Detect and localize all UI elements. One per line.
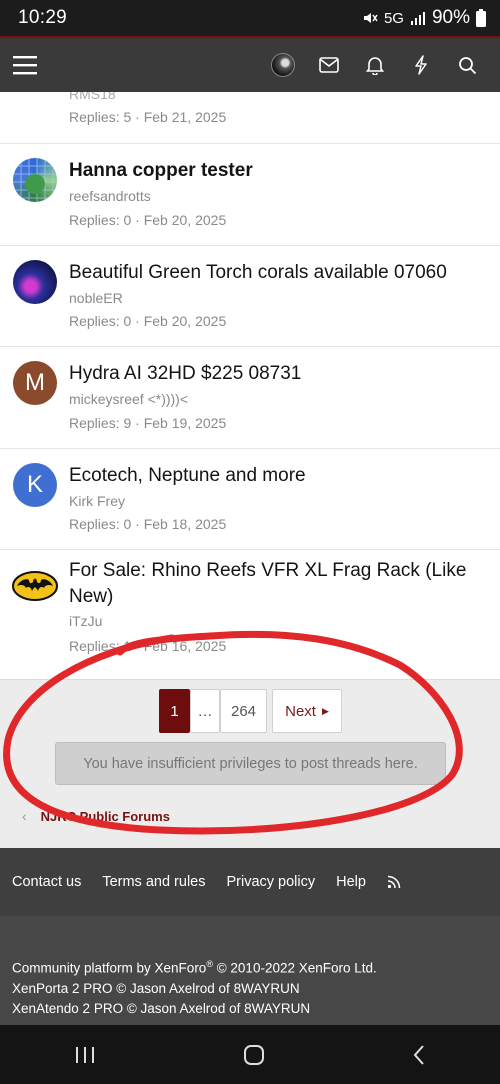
footer-links: Contact us Terms and rules Privacy polic… bbox=[0, 848, 500, 916]
recent-apps-icon[interactable] bbox=[74, 1046, 96, 1064]
thread-row[interactable]: K Ecotech, Neptune and more Kirk Frey Re… bbox=[0, 449, 500, 550]
bell-icon bbox=[366, 57, 384, 75]
copyright-line-2: XenPorta 2 PRO © Jason Axelrod of 8WAYRU… bbox=[12, 980, 300, 996]
system-nav-bar bbox=[0, 1025, 500, 1084]
thread-author[interactable]: nobleER bbox=[69, 290, 123, 306]
thread-row[interactable]: For Sale: Rhino Reefs VFR XL Frag Rack (… bbox=[0, 550, 500, 679]
footer-copyright: Community platform by XenForo® © 2010-20… bbox=[0, 916, 500, 1025]
thread-meta: Replies: 5 · Feb 21, 2025 bbox=[69, 109, 227, 125]
thread-meta: Replies: 1 · Feb 16, 2025 bbox=[69, 638, 227, 654]
status-bar: 10:29 5G 90% bbox=[0, 0, 500, 36]
forum-header bbox=[0, 36, 500, 92]
breadcrumb[interactable]: ‹ NJRC Public Forums bbox=[22, 808, 170, 824]
search-button[interactable] bbox=[444, 38, 490, 92]
thread-meta: Replies: 9 · Feb 19, 2025 bbox=[69, 415, 227, 431]
thread-title[interactable]: For Sale: Rhino Reefs VFR XL Frag Rack (… bbox=[69, 558, 484, 610]
thread-title[interactable]: Hanna copper tester bbox=[69, 158, 484, 184]
thread-meta: Replies: 0 · Feb 20, 2025 bbox=[69, 212, 227, 228]
user-avatar[interactable] bbox=[13, 260, 57, 304]
back-icon[interactable] bbox=[412, 1044, 426, 1066]
thread-meta: Replies: 0 · Feb 18, 2025 bbox=[69, 516, 227, 532]
network-type: 5G bbox=[383, 9, 404, 27]
user-avatar[interactable] bbox=[12, 564, 58, 608]
batman-logo-icon bbox=[12, 571, 58, 601]
breadcrumb-link[interactable]: NJRC Public Forums bbox=[41, 809, 170, 824]
mute-icon bbox=[363, 13, 378, 23]
thread-title[interactable]: Beautiful Green Torch corals available 0… bbox=[69, 260, 484, 286]
inbox-button[interactable] bbox=[306, 38, 352, 92]
avatar bbox=[271, 53, 295, 77]
copyright-line-1: Community platform by XenForo® © 2010-20… bbox=[12, 959, 377, 976]
page-jump-button[interactable]: … bbox=[190, 689, 220, 733]
pagination-area: 1 … 264 Next ▶ You have insufficient pri… bbox=[0, 680, 500, 848]
thread-meta: Replies: 0 · Feb 20, 2025 bbox=[69, 313, 227, 329]
footer-link-privacy[interactable]: Privacy policy bbox=[226, 874, 315, 890]
home-icon[interactable] bbox=[243, 1044, 265, 1066]
battery-icon bbox=[476, 9, 486, 27]
screen: 10:29 5G 90% RMS18 Replies: 5 · Feb 21, … bbox=[0, 0, 500, 1084]
next-label: Next bbox=[285, 702, 316, 720]
copyright-line-3: XenAtendo 2 PRO © Jason Axelrod of 8WAYR… bbox=[12, 1000, 311, 1016]
thread-author[interactable]: iTzJu bbox=[69, 613, 102, 629]
search-icon bbox=[458, 56, 476, 74]
thread-title[interactable]: Ecotech, Neptune and more bbox=[69, 463, 484, 489]
footer-link-terms[interactable]: Terms and rules bbox=[102, 874, 205, 890]
menu-icon bbox=[13, 56, 37, 75]
bolt-icon bbox=[415, 55, 427, 75]
thread-author[interactable]: mickeysreef <*))))< bbox=[69, 391, 188, 407]
page-1-button[interactable]: 1 bbox=[159, 689, 190, 733]
thread-author[interactable]: RMS18 bbox=[69, 92, 116, 102]
thread-row[interactable]: Beautiful Green Torch corals available 0… bbox=[0, 246, 500, 347]
account-button[interactable] bbox=[260, 38, 306, 92]
footer-link-help[interactable]: Help bbox=[336, 874, 366, 890]
avatar-letter: K bbox=[26, 471, 43, 498]
status-time: 10:29 bbox=[18, 7, 68, 28]
battery-level: 90% bbox=[431, 7, 470, 28]
thread-list: RMS18 Replies: 5 · Feb 21, 2025 Hanna co… bbox=[0, 92, 500, 680]
footer-link-contact[interactable]: Contact us bbox=[12, 874, 81, 890]
rss-icon[interactable] bbox=[387, 875, 401, 889]
alerts-button[interactable] bbox=[352, 38, 398, 92]
next-page-button[interactable]: Next ▶ bbox=[272, 689, 342, 733]
thread-author[interactable]: Kirk Frey bbox=[69, 493, 125, 509]
thread-row[interactable]: M Hydra AI 32HD $225 08731 mickeysreef <… bbox=[0, 347, 500, 449]
thread-row[interactable]: RMS18 Replies: 5 · Feb 21, 2025 bbox=[0, 92, 500, 144]
permission-notice: You have insufficient privileges to post… bbox=[55, 742, 446, 785]
status-indicators: 5G 90% bbox=[362, 7, 486, 29]
menu-button[interactable] bbox=[13, 38, 63, 92]
signal-icon bbox=[410, 12, 425, 25]
user-avatar[interactable]: K bbox=[13, 463, 57, 507]
chevron-left-icon: ‹ bbox=[22, 808, 27, 824]
thread-title[interactable]: Hydra AI 32HD $225 08731 bbox=[69, 361, 484, 387]
thread-row[interactable]: Hanna copper tester reefsandrotts Replie… bbox=[0, 144, 500, 246]
chevron-right-icon: ▶ bbox=[321, 705, 329, 716]
whats-new-button[interactable] bbox=[398, 38, 444, 92]
user-avatar[interactable] bbox=[13, 158, 57, 202]
page-last-button[interactable]: 264 bbox=[220, 689, 267, 733]
mail-icon bbox=[319, 57, 339, 73]
user-avatar[interactable]: M bbox=[13, 361, 57, 405]
thread-author[interactable]: reefsandrotts bbox=[69, 188, 151, 204]
avatar-letter: M bbox=[25, 369, 45, 396]
